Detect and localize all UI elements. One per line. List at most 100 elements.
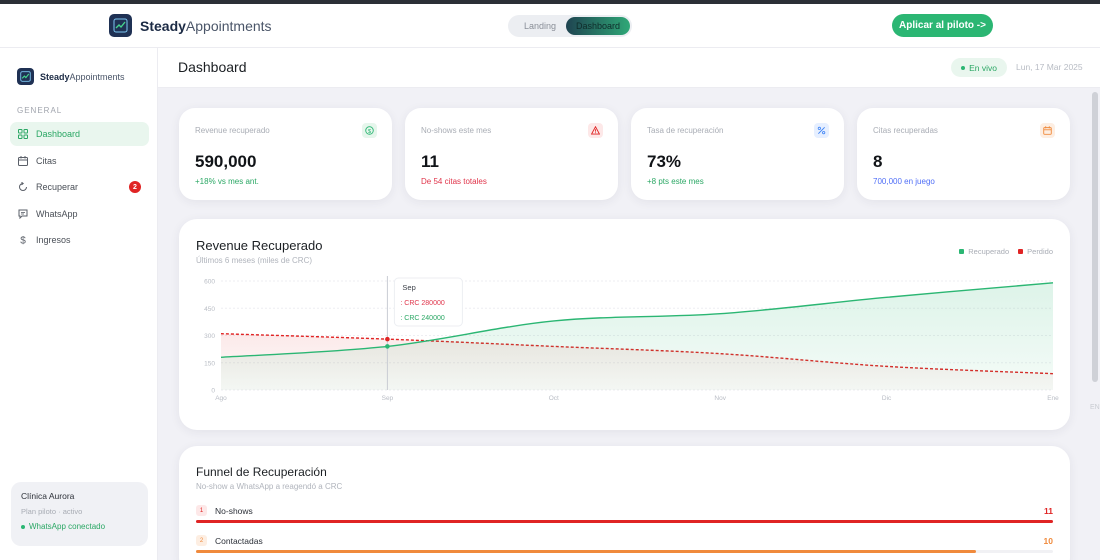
revenue-chart-card: Revenue Recuperado Últimos 6 meses (mile…: [179, 219, 1070, 430]
funnel-step-number: 1: [196, 505, 207, 516]
dollar-icon: $: [18, 235, 28, 246]
x-tick-label: Dic: [882, 395, 892, 402]
funnel-bar-track: [196, 550, 1053, 553]
revenue-chart[interactable]: 0 150 300 450 600 Ago Sep Oct Nov Dic Ene Sep : CRC …: [179, 219, 1070, 430]
live-badge: En vivo: [951, 58, 1007, 77]
sidebar-item-label: Citas: [36, 155, 57, 166]
apply-pilot-button[interactable]: Aplicar al piloto ->: [892, 14, 993, 37]
brand-name: SteadyAppointments: [140, 18, 272, 34]
funnel-card: Funnel de Recuperación No-show a WhatsAp…: [179, 446, 1070, 560]
kpi-delta: +18% vs mes ant.: [195, 177, 259, 186]
sidebar-section-label: GENERAL: [17, 106, 63, 115]
calendar-icon: [1040, 123, 1055, 138]
y-tick-label: 600: [204, 279, 215, 286]
tooltip-recuperado: : CRC 240000: [400, 315, 444, 322]
y-tick-label: 300: [204, 333, 215, 340]
whatsapp-status-label: WhatsApp conectado: [29, 522, 106, 531]
status-dot-icon: [21, 524, 25, 529]
kpi-card-recovered[interactable]: Citas recuperadas 8 700,000 en juego: [857, 108, 1070, 200]
tooltip-category: Sep: [402, 283, 415, 292]
clinic-card[interactable]: Clínica Aurora Plan piloto · activo What…: [11, 482, 148, 546]
kpi-label: Revenue recuperado: [195, 126, 270, 135]
grid-icon: [18, 129, 28, 139]
recuperar-badge: 2: [129, 181, 141, 193]
kpi-delta: +8 pts este mes: [647, 177, 704, 186]
page-title: Dashboard: [178, 59, 247, 75]
funnel-title: Funnel de Recuperación: [196, 465, 327, 479]
tooltip-perdido: : CRC 280000: [400, 300, 444, 307]
funnel-step-count: 10: [1043, 536, 1053, 546]
sidebar-item-ingresos[interactable]: $ Ingresos: [10, 228, 149, 252]
refresh-icon: [18, 182, 28, 192]
kpi-card-revenue[interactable]: Revenue recuperado $ 590,000 +18% vs mes…: [179, 108, 392, 200]
funnel-row-contactadas[interactable]: 2 Contactadas 10: [196, 535, 1053, 555]
toggle-landing[interactable]: Landing: [512, 15, 568, 37]
kpi-delta: De 54 citas totales: [421, 177, 487, 186]
whatsapp-status: WhatsApp conectado: [21, 522, 138, 531]
kpi-value: 11: [421, 152, 439, 171]
funnel-step-label: No-shows: [215, 506, 253, 516]
current-date: Lun, 17 Mar 2025: [1016, 62, 1083, 72]
percent-icon: [814, 123, 829, 138]
sidebar-item-dashboard[interactable]: Dashboard: [10, 122, 149, 146]
tooltip-point-recuperado: [385, 344, 390, 349]
clinic-name: Clínica Aurora: [21, 491, 75, 501]
kpi-value: 590,000: [195, 152, 257, 171]
sidebar-item-whatsapp[interactable]: WhatsApp: [10, 202, 149, 226]
sidebar-item-recuperar[interactable]: Recuperar 2: [10, 175, 149, 199]
funnel-subtitle: No-show a WhatsApp a reagendó a CRC: [196, 482, 343, 491]
kpi-card-noshows[interactable]: No-shows este mes 11 De 54 citas totales: [405, 108, 618, 200]
kpi-delta: 700,000 en juego: [873, 177, 935, 186]
clinic-plan: Plan piloto · activo: [21, 507, 83, 516]
x-tick-label: Sep: [382, 395, 394, 402]
x-tick-label: Ago: [215, 395, 227, 402]
x-tick-label: Oct: [549, 395, 559, 402]
funnel-bar-fill: [196, 550, 976, 553]
brand[interactable]: SteadyAppointments: [109, 14, 272, 37]
sidebar-item-label: Ingresos: [36, 235, 71, 245]
kpi-label: Tasa de recuperación: [647, 126, 724, 135]
y-tick-label: 450: [204, 306, 215, 313]
funnel-step-label: Contactadas: [215, 536, 263, 546]
svg-text:$: $: [20, 236, 26, 246]
live-label: En vivo: [969, 62, 997, 73]
scrollbar-thumb[interactable]: [1092, 92, 1098, 382]
sidebar-item-citas[interactable]: Citas: [10, 149, 149, 173]
kpi-label: Citas recuperadas: [873, 126, 938, 135]
x-tick-label: Ene: [1047, 395, 1059, 402]
sidebar-item-label: WhatsApp: [36, 208, 78, 219]
calendar-icon: [18, 155, 28, 166]
funnel-bar-fill: [196, 520, 1053, 523]
x-tick-label: Nov: [714, 395, 726, 402]
sidebar-logo-icon: [17, 68, 34, 85]
logo-icon: [109, 14, 132, 37]
dollar-circle-icon: $: [362, 123, 377, 138]
sidebar: SteadyAppointments GENERAL Dashboard Cit…: [0, 48, 158, 560]
sidebar-item-label: Dashboard: [36, 129, 81, 139]
funnel-bar-track: [196, 520, 1053, 523]
kpi-card-rate[interactable]: Tasa de recuperación 73% +8 pts este mes: [631, 108, 844, 200]
view-toggle: Landing Dashboard: [508, 15, 632, 37]
funnel-step-number: 2: [196, 535, 207, 546]
brand-name-light: Appointments: [185, 17, 272, 34]
sidebar-nav: Dashboard Citas Recuperar 2 WhatsApp $ I…: [10, 122, 149, 255]
top-header: SteadyAppointments Landing Dashboard Apl…: [0, 4, 1100, 48]
brand-name-bold: Steady: [140, 17, 186, 34]
message-icon: [18, 209, 28, 219]
sidebar-brand-bold: Steady: [40, 71, 70, 82]
sidebar-item-label: Recuperar: [36, 182, 79, 192]
y-tick-label: 150: [204, 360, 215, 367]
kpi-label: No-shows este mes: [421, 126, 492, 135]
main-scrollbar[interactable]: [1088, 90, 1098, 560]
series-area-recuperado: [221, 282, 1053, 390]
alert-icon: [588, 123, 603, 138]
sidebar-brand-name: SteadyAppointments: [40, 72, 125, 82]
toggle-dashboard[interactable]: Dashboard: [566, 17, 630, 35]
kpi-value: 8: [873, 152, 883, 171]
y-tick-label: 0: [211, 388, 215, 395]
live-dot-icon: [961, 65, 966, 70]
edge-language-label: EN: [1090, 404, 1100, 411]
sidebar-brand[interactable]: SteadyAppointments: [17, 68, 125, 85]
funnel-row-noshows[interactable]: 1 No-shows 11: [196, 505, 1053, 525]
sidebar-brand-light: Appointments: [69, 71, 125, 82]
